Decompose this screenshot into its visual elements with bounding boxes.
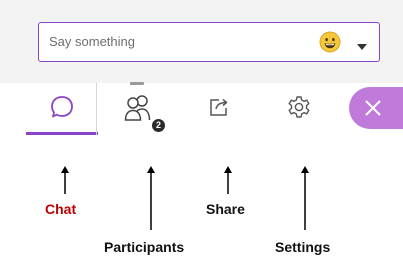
drag-handle[interactable] — [130, 82, 144, 85]
close-button[interactable] — [349, 87, 403, 129]
tab-participants[interactable]: 2 — [108, 83, 166, 135]
close-icon — [365, 100, 381, 116]
share-arrow-icon — [224, 166, 232, 194]
tab-share[interactable] — [190, 83, 248, 135]
message-input[interactable] — [39, 23, 309, 60]
speech-bubble-icon — [49, 94, 75, 125]
chat-arrow-icon — [61, 166, 69, 194]
people-icon: 2 — [117, 89, 165, 132]
toolbar-divider — [96, 83, 97, 135]
share-icon — [206, 94, 232, 125]
participant-count-badge: 2 — [152, 119, 165, 132]
tab-settings[interactable] — [270, 83, 328, 135]
tab-chat[interactable] — [26, 83, 98, 135]
participants-annotation-label: Participants — [104, 239, 185, 255]
settings-arrow-icon — [301, 166, 309, 230]
tab-selected-indicator — [26, 132, 98, 135]
settings-annotation-label: Settings — [275, 239, 331, 255]
caret-down-icon[interactable] — [357, 38, 367, 50]
chat-annotation-label: Chat — [45, 201, 77, 217]
participants-arrow-icon — [147, 166, 155, 230]
gear-icon — [286, 94, 312, 125]
smiley-face-icon[interactable] — [319, 31, 341, 53]
panel-toolbar: 2 — [0, 83, 403, 135]
chat-input-box[interactable] — [38, 22, 380, 62]
share-annotation-label: Share — [206, 201, 245, 217]
